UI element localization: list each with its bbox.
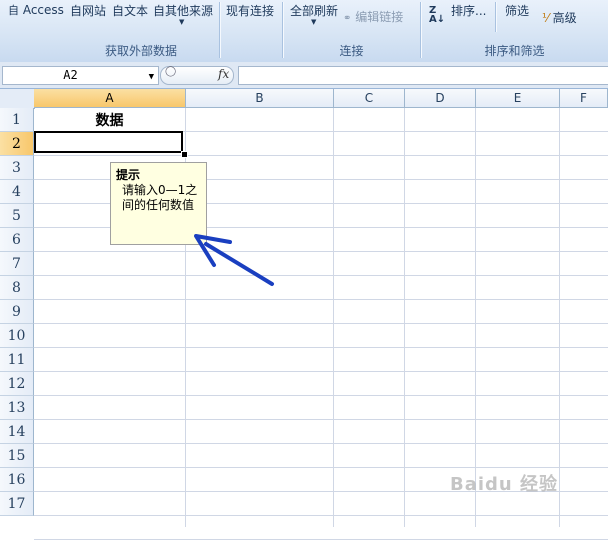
watermark: Baidu 经验 xyxy=(450,474,559,495)
annotation-arrow-icon xyxy=(194,234,274,286)
